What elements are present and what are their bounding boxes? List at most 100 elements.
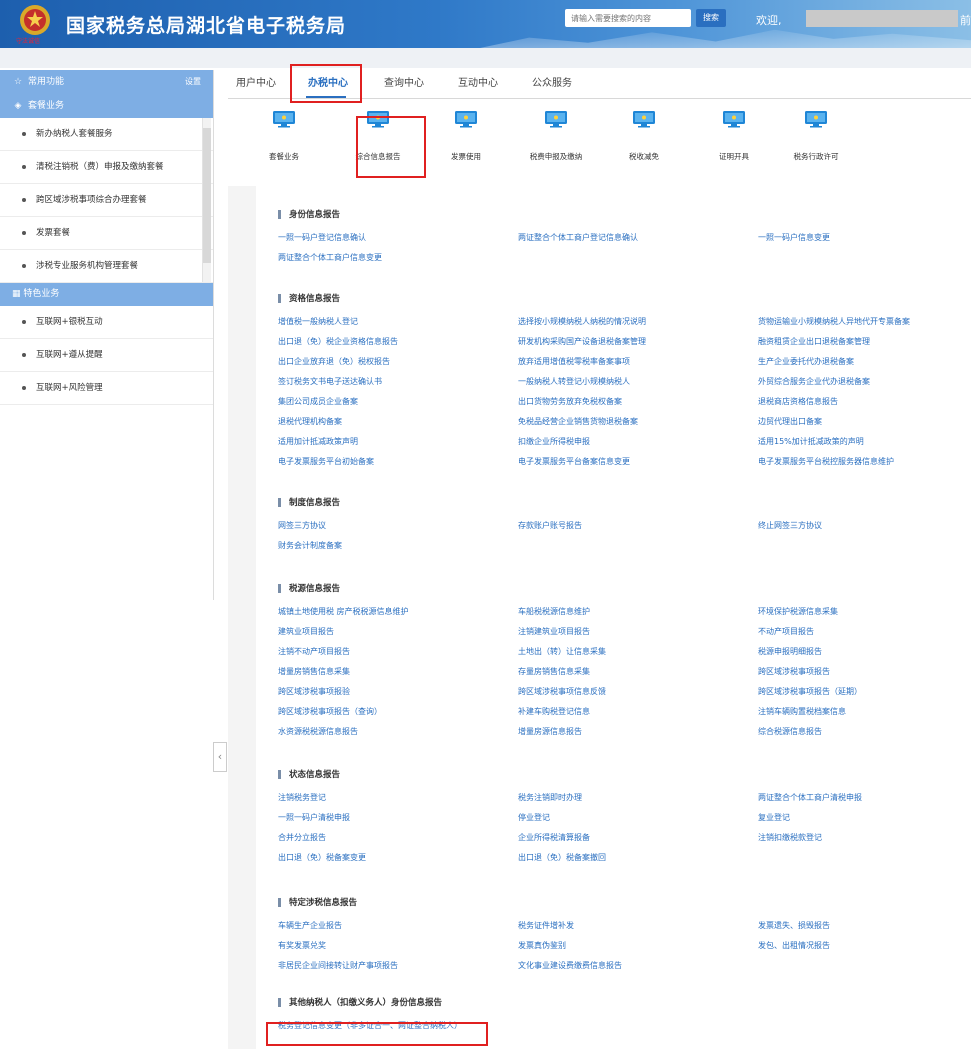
tab-public-service[interactable]: 公众服务	[532, 70, 572, 98]
report-link[interactable]: 注销税务登记	[278, 792, 326, 803]
tab-interaction-center[interactable]: 互动中心	[458, 70, 498, 98]
report-link[interactable]: 车辆生产企业报告	[278, 920, 342, 931]
report-link[interactable]: 不动产项目报告	[758, 626, 814, 637]
report-link[interactable]: 生产企业委托代办退税备案	[758, 356, 854, 367]
report-link[interactable]: 增量房销售信息采集	[278, 666, 350, 677]
report-link[interactable]: 适用15%加计抵减政策的声明	[758, 436, 864, 447]
report-link[interactable]: 注销不动产项目报告	[278, 646, 350, 657]
report-link[interactable]: 环境保护税源信息采集	[758, 606, 838, 617]
report-link[interactable]: 货物运输业小规模纳税人异地代开专票备案	[758, 316, 910, 327]
sidebar-item[interactable]: 互联网+遵从提醒	[0, 339, 213, 372]
report-link[interactable]: 城镇土地使用税 房产税税源信息维护	[278, 606, 409, 617]
report-link[interactable]: 建筑业项目报告	[278, 626, 334, 637]
report-link[interactable]: 出口企业放弃退（免）税权报告	[278, 356, 390, 367]
report-link[interactable]: 增值税一般纳税人登记	[278, 316, 358, 327]
report-link[interactable]: 网签三方协议	[278, 520, 326, 531]
report-link[interactable]: 适用加计抵减政策声明	[278, 436, 358, 447]
report-link[interactable]: 非居民企业间接转让财产事项报告	[278, 960, 398, 971]
report-link[interactable]: 两证整合个体工商户清税申报	[758, 792, 862, 803]
report-link[interactable]: 出口退（免）税企业资格信息报告	[278, 336, 398, 347]
report-link[interactable]: 土地出（转）让信息采集	[518, 646, 606, 657]
report-link[interactable]: 出口退（免）税备案变更	[278, 852, 366, 863]
report-link[interactable]: 注销建筑业项目报告	[518, 626, 590, 637]
function-icon-item[interactable]: 税费申报及缴纳	[516, 110, 596, 162]
report-link[interactable]: 文化事业建设费缴费信息报告	[518, 960, 622, 971]
report-link[interactable]: 扣缴企业所得税申报	[518, 436, 590, 447]
sidebar-collapse-button[interactable]: ‹	[213, 742, 227, 772]
report-link[interactable]: 一照一码户清税申报	[278, 812, 350, 823]
report-link[interactable]: 两证整合个体工商户登记信息确认	[518, 232, 638, 243]
report-link[interactable]: 电子发票服务平台税控服务器信息维护	[758, 456, 894, 467]
report-link[interactable]: 复业登记	[758, 812, 790, 823]
report-link[interactable]: 电子发票服务平台初始备案	[278, 456, 374, 467]
report-link[interactable]: 电子发票服务平台备案信息变更	[518, 456, 630, 467]
report-link[interactable]: 企业所得税清算报备	[518, 832, 590, 843]
function-icon-item[interactable]: 税务行政许可	[776, 110, 856, 162]
report-link[interactable]: 税务注销即时办理	[518, 792, 582, 803]
report-link[interactable]: 一照一码户登记信息确认	[278, 232, 366, 243]
report-link[interactable]: 发票真伪鉴别	[518, 940, 566, 951]
report-link[interactable]: 注销扣缴税款登记	[758, 832, 822, 843]
report-link[interactable]: 选择按小规模纳税人纳税的情况说明	[518, 316, 646, 327]
report-link[interactable]: 一般纳税人转登记小规模纳税人	[518, 376, 630, 387]
report-link[interactable]: 综合税源信息报告	[758, 726, 822, 737]
tab-query-center[interactable]: 查询中心	[384, 70, 424, 98]
report-link[interactable]: 跨区域涉税事项报验	[278, 686, 350, 697]
report-link[interactable]: 研发机构采购国产设备退税备案管理	[518, 336, 646, 347]
report-link[interactable]: 跨区域涉税事项报告（延期）	[758, 686, 862, 697]
report-link[interactable]: 放弃适用增值税零税率备案事项	[518, 356, 630, 367]
tab-user-center[interactable]: 用户中心	[236, 70, 276, 98]
sidebar-item[interactable]: 跨区域涉税事项综合办理套餐	[0, 184, 213, 217]
report-link[interactable]: 终止网签三方协议	[758, 520, 822, 531]
report-link[interactable]: 一照一码户信息变更	[758, 232, 830, 243]
report-link[interactable]: 跨区域涉税事项报告	[758, 666, 830, 677]
sidebar-item[interactable]: 互联网+风险管理	[0, 372, 213, 405]
sidebar-item[interactable]: 涉税专业服务机构管理套餐	[0, 250, 213, 283]
settings-link[interactable]: 设置	[185, 70, 201, 94]
report-link[interactable]: 财务会计制度备案	[278, 540, 342, 551]
report-link[interactable]: 发票遗失、损毁报告	[758, 920, 830, 931]
report-link[interactable]: 退税代理机构备案	[278, 416, 342, 427]
report-link[interactable]: 签订税务文书电子送达确认书	[278, 376, 382, 387]
report-link[interactable]: 补建车购税登记信息	[518, 706, 590, 717]
report-link[interactable]: 集团公司成员企业备案	[278, 396, 358, 407]
sidebar-item[interactable]: 互联网+银税互动	[0, 306, 213, 339]
report-link[interactable]: 免税品经营企业销售货物退税备案	[518, 416, 638, 427]
report-link[interactable]: 退税商店资格信息报告	[758, 396, 838, 407]
function-icon-item[interactable]: 税收减免	[604, 110, 684, 162]
search-button[interactable]: 搜索	[696, 9, 726, 27]
function-icon-item[interactable]: 证明开具	[694, 110, 774, 162]
sidebar-item[interactable]: 新办纳税人套餐服务	[0, 118, 213, 151]
report-link[interactable]: 融资租赁企业出口退税备案管理	[758, 336, 870, 347]
report-link[interactable]: 税源申报明细报告	[758, 646, 822, 657]
report-link[interactable]: 税务证件增补发	[518, 920, 574, 931]
common-functions[interactable]: ☆ 常用功能 设置	[0, 70, 213, 94]
report-link[interactable]: 存款账户账号报告	[518, 520, 582, 531]
report-link[interactable]: 跨区域涉税事项信息反馈	[518, 686, 606, 697]
report-link[interactable]: 注销车辆购置税档案信息	[758, 706, 846, 717]
content-gutter	[228, 186, 256, 1049]
report-link[interactable]: 外贸综合服务企业代办退税备案	[758, 376, 870, 387]
report-link[interactable]: 边贸代理出口备案	[758, 416, 822, 427]
sidebar-scrollbar[interactable]	[202, 118, 211, 282]
report-link[interactable]: 停业登记	[518, 812, 550, 823]
function-icon-item[interactable]: 套餐业务	[244, 110, 324, 162]
sidebar-item[interactable]: 清税注销税（费）申报及缴纳套餐	[0, 151, 213, 184]
report-link[interactable]: 跨区域涉税事项报告（查询）	[278, 706, 382, 717]
report-link[interactable]: 水资源税税源信息报告	[278, 726, 358, 737]
special-header[interactable]: ▦ 特色业务	[0, 282, 213, 306]
function-icon-item[interactable]: 发票使用	[426, 110, 506, 162]
sidebar-item[interactable]: 发票套餐	[0, 217, 213, 250]
report-link[interactable]: 发包、出租情况报告	[758, 940, 830, 951]
report-link[interactable]: 车船税税源信息维护	[518, 606, 590, 617]
scrollbar-thumb[interactable]	[203, 128, 211, 263]
report-link[interactable]: 出口货物劳务放弃免税权备案	[518, 396, 622, 407]
report-link[interactable]: 有奖发票兑奖	[278, 940, 326, 951]
search-input[interactable]	[565, 9, 691, 27]
report-link[interactable]: 两证整合个体工商户信息变更	[278, 252, 382, 263]
report-link[interactable]: 增量房源信息报告	[518, 726, 582, 737]
report-link[interactable]: 出口退（免）税备案撤回	[518, 852, 606, 863]
package-header[interactable]: ◈ 套餐业务	[0, 94, 213, 118]
report-link[interactable]: 合并分立报告	[278, 832, 326, 843]
report-link[interactable]: 存量房销售信息采集	[518, 666, 590, 677]
